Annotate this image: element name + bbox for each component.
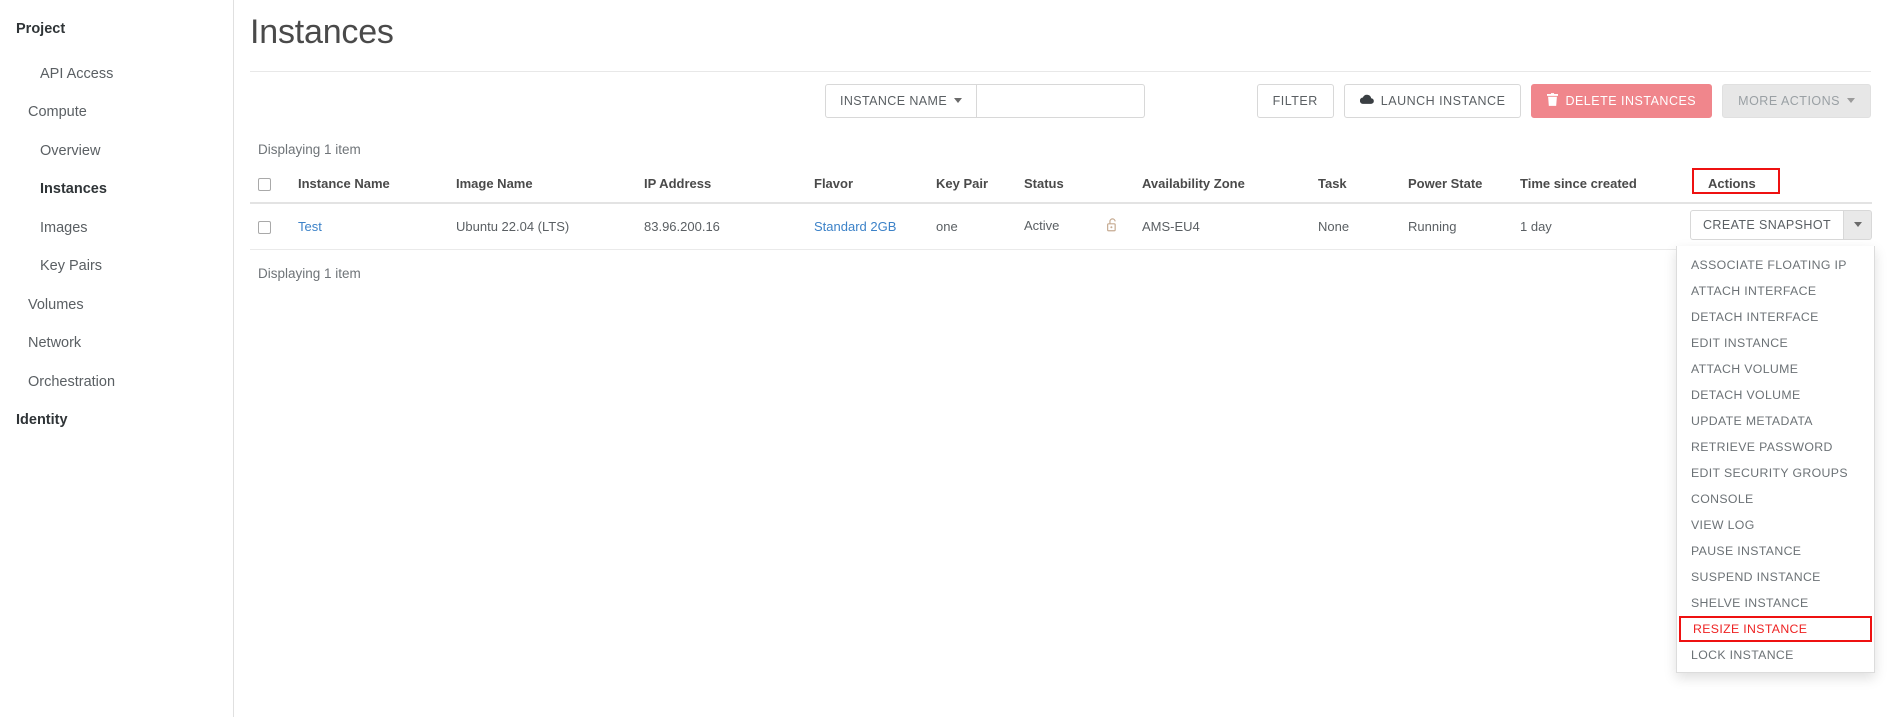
sidebar-item-key-pairs[interactable]: Key Pairs: [0, 247, 233, 286]
menu-item-resize-instance[interactable]: RESIZE INSTANCE: [1679, 615, 1872, 642]
menu-item-associate-floating-ip[interactable]: ASSOCIATE FLOATING IP: [1677, 252, 1874, 278]
cell-time-since-created: 1 day: [1512, 202, 1692, 250]
launch-instance-label: LAUNCH INSTANCE: [1380, 93, 1506, 108]
chevron-down-icon: [1853, 222, 1862, 228]
unlock-icon: [1107, 218, 1118, 235]
column-header-power-state[interactable]: Power State: [1400, 166, 1512, 204]
cell-ip-address: 83.96.200.16: [636, 202, 806, 250]
more-actions-button[interactable]: MORE ACTIONS: [1722, 83, 1871, 118]
cloud-icon: [1359, 94, 1374, 108]
instances-page: Project API Access Compute Overview Instance…: [0, 0, 1899, 717]
displaying-count-top: Displaying 1 item: [258, 141, 361, 157]
cell-actions: CREATE SNAPSHOT ASSOCIATE FLOATING IP ATT…: [1676, 202, 1875, 673]
create-snapshot-button[interactable]: CREATE SNAPSHOT: [1689, 209, 1844, 240]
row-checkbox[interactable]: [258, 220, 271, 234]
filter-type-dropdown[interactable]: INSTANCE NAME: [825, 83, 978, 118]
sidebar-item-identity: Identity: [16, 412, 68, 428]
menu-item-suspend-instance[interactable]: SUSPEND INSTANCE: [1677, 564, 1874, 590]
menu-item-view-log[interactable]: VIEW LOG: [1677, 512, 1874, 538]
menu-item-detach-interface[interactable]: DETACH INTERFACE: [1677, 304, 1874, 330]
cell-instance-name: Test: [290, 202, 448, 250]
column-header-image-name[interactable]: Image Name: [448, 166, 636, 204]
menu-item-pause-instance[interactable]: PAUSE INSTANCE: [1677, 538, 1874, 564]
delete-instances-button[interactable]: DELETE INSTANCES: [1531, 83, 1713, 118]
sidebar-item-images[interactable]: Images: [0, 209, 233, 248]
chevron-down-icon: [1847, 98, 1855, 104]
instances-table: Instance Name Image Name IP Address Flav…: [250, 166, 1875, 673]
column-header-actions-label: Actions: [1708, 175, 1756, 191]
trash-icon: [1547, 93, 1559, 109]
actions-split-button: CREATE SNAPSHOT ASSOCIATE FLOATING IP ATT…: [1676, 209, 1875, 673]
menu-item-retrieve-password[interactable]: RETRIEVE PASSWORD: [1677, 434, 1874, 460]
cell-task: None: [1310, 202, 1400, 250]
column-header-instance-name[interactable]: Instance Name: [290, 166, 448, 204]
menu-item-update-metadata[interactable]: UPDATE METADATA: [1677, 408, 1874, 434]
column-header-key-pair[interactable]: Key Pair: [928, 166, 1016, 204]
page-title: Instances: [250, 13, 394, 51]
sidebar-item-orchestration[interactable]: Orchestration: [0, 363, 233, 402]
select-all-checkbox[interactable]: [258, 177, 271, 191]
sidebar-item-overview[interactable]: Overview: [0, 132, 233, 171]
cell-flavor: Standard 2GB: [806, 202, 928, 250]
sidebar-item-project: Project: [16, 21, 66, 37]
menu-item-attach-interface[interactable]: ATTACH INTERFACE: [1677, 278, 1874, 304]
menu-item-lock-instance[interactable]: LOCK INSTANCE: [1677, 642, 1874, 668]
sidebar: Project API Access Compute Overview Instance…: [0, 0, 234, 717]
column-header-ip-address[interactable]: IP Address: [636, 166, 806, 204]
menu-item-attach-volume[interactable]: ATTACH VOLUME: [1677, 356, 1874, 382]
cell-image-name: Ubuntu 22.04 (LTS): [448, 202, 636, 250]
launch-instance-button[interactable]: LAUNCH INSTANCE: [1343, 83, 1522, 118]
column-header-status[interactable]: Status: [1016, 166, 1134, 204]
column-header-actions: Actions: [1692, 166, 1872, 204]
menu-item-edit-instance[interactable]: EDIT INSTANCE: [1677, 330, 1874, 356]
actions-dropdown-toggle[interactable]: [1844, 209, 1872, 240]
sidebar-item-network[interactable]: Network: [0, 324, 233, 363]
cell-key-pair: one: [928, 202, 1016, 250]
displaying-count-bottom: Displaying 1 item: [258, 265, 361, 281]
row-select-cell: [250, 202, 290, 250]
column-header-task[interactable]: Task: [1310, 166, 1400, 204]
cell-status: Active: [1016, 202, 1134, 250]
status-label: Active: [1024, 217, 1060, 233]
menu-item-shelve-instance[interactable]: SHELVE INSTANCE: [1677, 590, 1874, 616]
sidebar-nav-list: Project API Access Compute Overview Instance…: [0, 10, 233, 440]
menu-item-console[interactable]: CONSOLE: [1677, 486, 1874, 512]
column-header-flavor[interactable]: Flavor: [806, 166, 928, 204]
table-header-row: Instance Name Image Name IP Address Flav…: [250, 166, 1872, 204]
delete-instances-label: DELETE INSTANCES: [1565, 93, 1697, 108]
actions-dropdown-menu: ASSOCIATE FLOATING IP ATTACH INTERFACE DET…: [1676, 245, 1875, 673]
more-actions-label: MORE ACTIONS: [1738, 93, 1840, 108]
column-header-availability-zone[interactable]: Availability Zone: [1134, 166, 1310, 204]
cell-power-state: Running: [1400, 202, 1512, 250]
instance-name-link[interactable]: Test: [298, 219, 322, 234]
sidebar-item-compute[interactable]: Compute: [0, 93, 233, 132]
actions-dropdown-list: ASSOCIATE FLOATING IP ATTACH INTERFACE DET…: [1677, 252, 1874, 668]
flavor-link[interactable]: Standard 2GB: [814, 219, 896, 234]
select-all-header: [250, 166, 290, 204]
table-toolbar: INSTANCE NAME FILTER LAUNCH INSTANCE DEL…: [250, 72, 1871, 128]
sidebar-item-api-access[interactable]: API Access: [0, 55, 233, 94]
main-content: Instances INSTANCE NAME FILTER LAUNCH IN…: [234, 0, 1899, 717]
table-row: Test Ubuntu 22.04 (LTS) 83.96.200.16 Sta…: [250, 202, 1875, 673]
filter-button[interactable]: FILTER: [1256, 83, 1334, 118]
cell-availability-zone: AMS-EU4: [1134, 202, 1310, 250]
chevron-down-icon: [954, 98, 963, 104]
column-header-time-since-created[interactable]: Time since created: [1512, 166, 1692, 204]
search-group: INSTANCE NAME: [825, 83, 1146, 118]
sidebar-item-instances[interactable]: Instances: [0, 170, 233, 209]
menu-item-edit-security-groups[interactable]: EDIT SECURITY GROUPS: [1677, 460, 1874, 486]
menu-item-detach-volume[interactable]: DETACH VOLUME: [1677, 382, 1874, 408]
filter-type-label: INSTANCE NAME: [840, 93, 948, 108]
sidebar-item-volumes[interactable]: Volumes: [0, 286, 233, 325]
search-input[interactable]: [977, 83, 1146, 118]
